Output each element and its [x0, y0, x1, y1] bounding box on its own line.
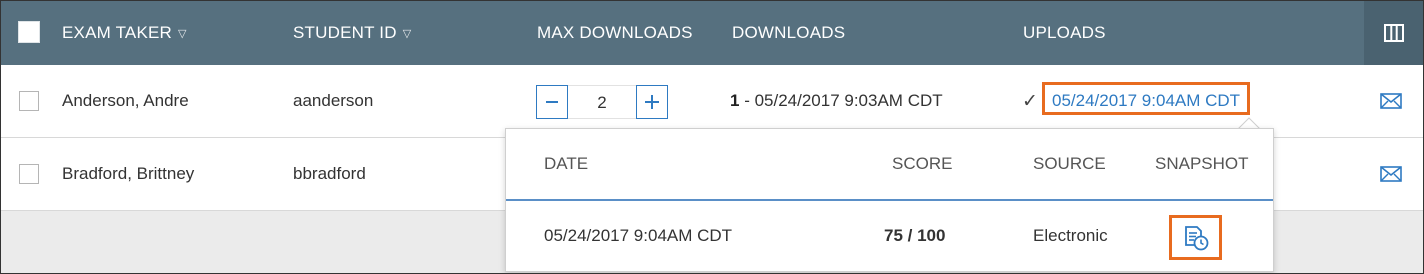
col-max-downloads: MAX DOWNLOADS	[537, 23, 693, 42]
upload-source: Electronic	[1033, 226, 1108, 245]
col-downloads: DOWNLOADS	[732, 23, 846, 42]
table-header: EXAM TAKER ▽ STUDENT ID ▽ MAX DOWNLOADS DO…	[1, 1, 1423, 65]
snapshot-button[interactable]	[1169, 215, 1222, 260]
columns-icon	[1383, 24, 1404, 42]
snapshot-icon	[1184, 225, 1208, 250]
downloads-date: - 05/24/2017 9:03AM CDT	[739, 91, 943, 110]
popover-col-date: DATE	[544, 154, 589, 173]
increment-button[interactable]	[636, 85, 668, 119]
exam-taker-name: Bradford, Brittney	[62, 164, 195, 183]
student-id: aanderson	[293, 91, 374, 110]
max-downloads-value[interactable]: 2	[568, 85, 636, 119]
minus-icon	[546, 101, 558, 103]
caret-down-icon: ▽	[178, 28, 187, 40]
decrement-button[interactable]	[536, 85, 568, 119]
row-checkbox[interactable]	[19, 91, 39, 111]
plus-icon	[645, 95, 659, 109]
exam-taker-name: Anderson, Andre	[62, 91, 189, 110]
col-student-id-label: STUDENT ID	[293, 23, 397, 42]
upload-date-link[interactable]: 05/24/2017 9:04AM CDT	[1042, 82, 1251, 115]
upload-score: 75 / 100	[884, 226, 946, 245]
mail-icon[interactable]	[1380, 165, 1402, 183]
exam-takers-table: EXAM TAKER ▽ STUDENT ID ▽ MAX DOWNLOADS DO…	[0, 0, 1424, 274]
col-uploads: UPLOADS	[1023, 23, 1106, 42]
col-exam-taker-label: EXAM TAKER	[62, 23, 173, 42]
student-id: bbradford	[293, 164, 366, 183]
popover-col-snapshot: SNAPSHOT	[1155, 154, 1249, 173]
select-all-checkbox[interactable]	[18, 21, 40, 43]
popover-header: DATE SCORE SOURCE SNAPSHOT	[506, 129, 1273, 201]
popover-col-source: SOURCE	[1033, 154, 1106, 173]
uploads-popover: DATE SCORE SOURCE SNAPSHOT 05/24/2017 9:…	[505, 128, 1274, 272]
downloads-info: 1 - 05/24/2017 9:03AM CDT	[730, 65, 943, 137]
col-student-id[interactable]: STUDENT ID ▽	[293, 1, 411, 65]
mail-icon[interactable]	[1380, 92, 1402, 110]
col-exam-taker[interactable]: EXAM TAKER ▽	[62, 1, 187, 65]
row-checkbox[interactable]	[19, 164, 39, 184]
upload-date: 05/24/2017 9:04AM CDT	[544, 226, 733, 245]
caret-down-icon: ▽	[402, 28, 412, 40]
popover-col-score: SCORE	[892, 154, 953, 173]
max-downloads-stepper: 2	[536, 85, 668, 119]
checkmark-icon: ✓	[1022, 91, 1038, 112]
columns-toggle-button[interactable]	[1364, 1, 1423, 65]
